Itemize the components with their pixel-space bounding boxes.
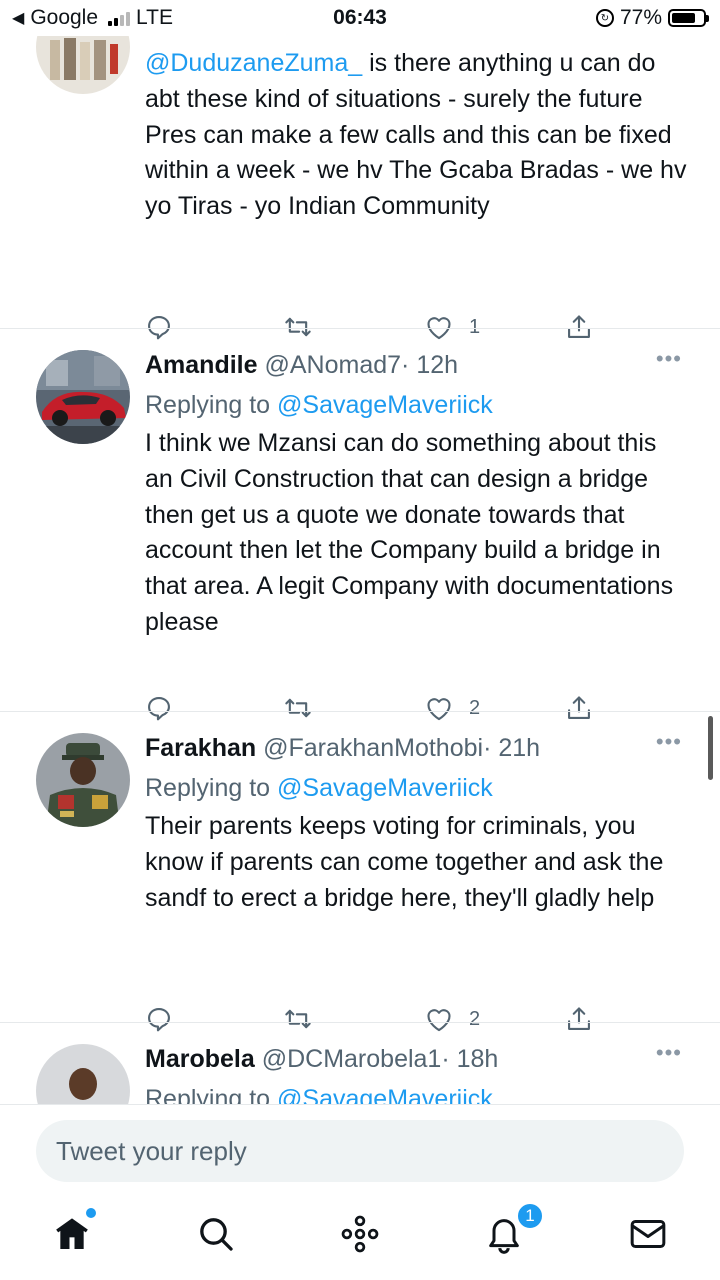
tweet-time: · 21h <box>483 734 541 762</box>
replying-to-link[interactable]: @SavageMaveriick <box>277 774 493 802</box>
home-icon <box>56 1218 88 1249</box>
replying-to: Replying to @SavageMaveriick <box>145 1084 690 1104</box>
bottom-nav: 1 <box>0 1194 720 1280</box>
mention-link[interactable]: @DuduzaneZuma_ <box>145 49 362 77</box>
scrollbar[interactable] <box>708 716 713 780</box>
avatar-image <box>36 733 130 827</box>
spaces-icon <box>341 1215 379 1253</box>
reply-feed[interactable]: @DuduzaneZuma_ is there anything u can d… <box>0 36 720 1104</box>
replying-to-link[interactable]: @SavageMaveriick <box>277 391 493 419</box>
home-new-dot <box>86 1208 96 1218</box>
replying-to-label: Replying to <box>145 391 271 419</box>
replying-to-label: Replying to <box>145 774 271 802</box>
avatar-image <box>36 36 130 94</box>
search-icon <box>200 1218 233 1251</box>
tweet-text: I think we Mzansi can do something about… <box>145 429 674 636</box>
tweet[interactable]: ••• Amandile @ANomad7· 12h Replying to @… <box>0 329 720 721</box>
tweet[interactable]: ••• Marobela @DCMarobela1· 18h Replying … <box>0 1023 720 1104</box>
replying-to-link[interactable]: @SavageMaveriick <box>277 1085 493 1104</box>
avatar[interactable] <box>36 36 130 94</box>
nav-notifications[interactable]: 1 <box>482 1202 544 1256</box>
tweet-reply-input[interactable] <box>36 1120 684 1182</box>
replying-to: Replying to @SavageMaveriick <box>145 773 690 803</box>
nav-messages[interactable] <box>626 1212 670 1256</box>
avatar[interactable] <box>36 733 130 827</box>
display-name[interactable]: Farakhan <box>145 734 256 762</box>
avatar-image <box>36 350 130 444</box>
nav-spaces[interactable] <box>338 1212 382 1256</box>
status-bar: ◀ Google LTE 06:43 ↻ 77% <box>0 0 720 36</box>
rotation-lock-icon: ↻ <box>595 9 614 27</box>
tweet[interactable]: @DuduzaneZuma_ is there anything u can d… <box>0 36 720 364</box>
nav-search[interactable] <box>194 1212 238 1256</box>
mail-icon <box>630 1220 666 1248</box>
tweet-text: Their parents keeps voting for criminals… <box>145 812 664 912</box>
display-name[interactable]: Marobela <box>145 1045 255 1073</box>
display-name[interactable]: Amandile <box>145 351 258 379</box>
status-right: ↻ 77% <box>595 6 709 30</box>
user-handle[interactable]: @DCMarobela1 <box>262 1045 442 1073</box>
tweet-time: · 12h <box>401 351 459 379</box>
tweet-header: Marobela @DCMarobela1· 18h <box>145 1044 690 1074</box>
avatar[interactable] <box>36 1044 130 1104</box>
user-handle[interactable]: @FarakhanMothobi <box>263 734 483 762</box>
tweet-text: @DuduzaneZuma_ is there anything u can d… <box>145 46 690 225</box>
tweet[interactable]: ••• Farakhan @FarakhanMothobi· 21h Reply… <box>0 712 720 1032</box>
battery-icon <box>668 9 709 27</box>
avatar[interactable] <box>36 350 130 444</box>
reply-composer <box>0 1104 720 1194</box>
avatar-image <box>36 1044 130 1104</box>
tweet-header: Amandile @ANomad7· 12h <box>145 350 690 380</box>
nav-home[interactable] <box>50 1208 96 1256</box>
user-handle[interactable]: @ANomad7 <box>264 351 401 379</box>
replying-to-label: Replying to <box>145 1085 271 1104</box>
battery-fill <box>672 13 696 23</box>
notifications-badge: 1 <box>516 1202 544 1230</box>
tweet-header: Farakhan @FarakhanMothobi· 21h <box>145 733 690 763</box>
tweet-time: · 18h <box>441 1045 499 1073</box>
battery-percent: 77% <box>619 6 662 29</box>
replying-to: Replying to @SavageMaveriick <box>145 390 690 420</box>
